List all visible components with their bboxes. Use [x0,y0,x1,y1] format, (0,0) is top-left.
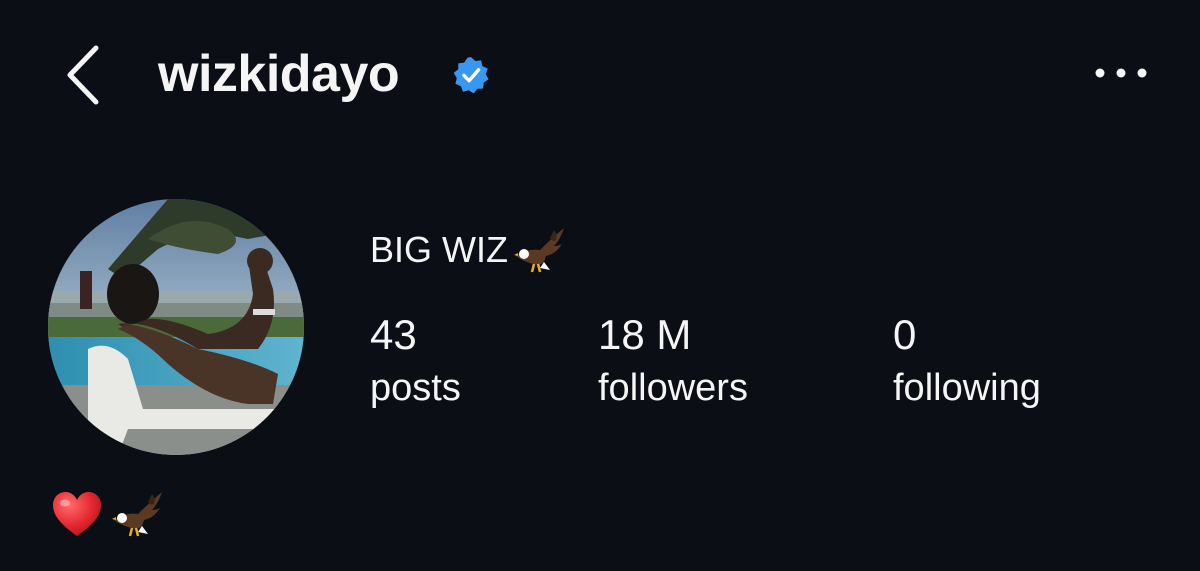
followers-count: 18 M [598,311,692,358]
display-name: BIG WIZ [370,226,566,276]
eagle-icon [514,228,564,273]
more-horizontal-icon [1095,68,1147,78]
followers-stat[interactable]: 18 M followers [598,308,748,412]
eagle-icon [112,492,163,537]
red-heart-icon [53,492,101,536]
posts-stat[interactable]: 43 posts [370,308,461,412]
posts-count: 43 [370,311,417,358]
followers-label: followers [598,367,748,409]
profile-photo [48,199,304,455]
following-label: following [893,367,1041,409]
verified-badge-icon [453,56,489,94]
more-options-button[interactable] [1086,56,1156,90]
profile-header: wizkidayo [0,0,1200,150]
bio [50,488,164,548]
following-count: 0 [893,311,917,358]
back-button[interactable] [60,40,110,110]
profile-avatar[interactable] [48,199,304,455]
display-name-text: BIG WIZ [370,229,508,270]
following-stat[interactable]: 0 following [893,308,1041,412]
username-title: wizkidayo [158,45,400,103]
chevron-left-icon [67,45,99,105]
posts-label: posts [370,367,461,409]
